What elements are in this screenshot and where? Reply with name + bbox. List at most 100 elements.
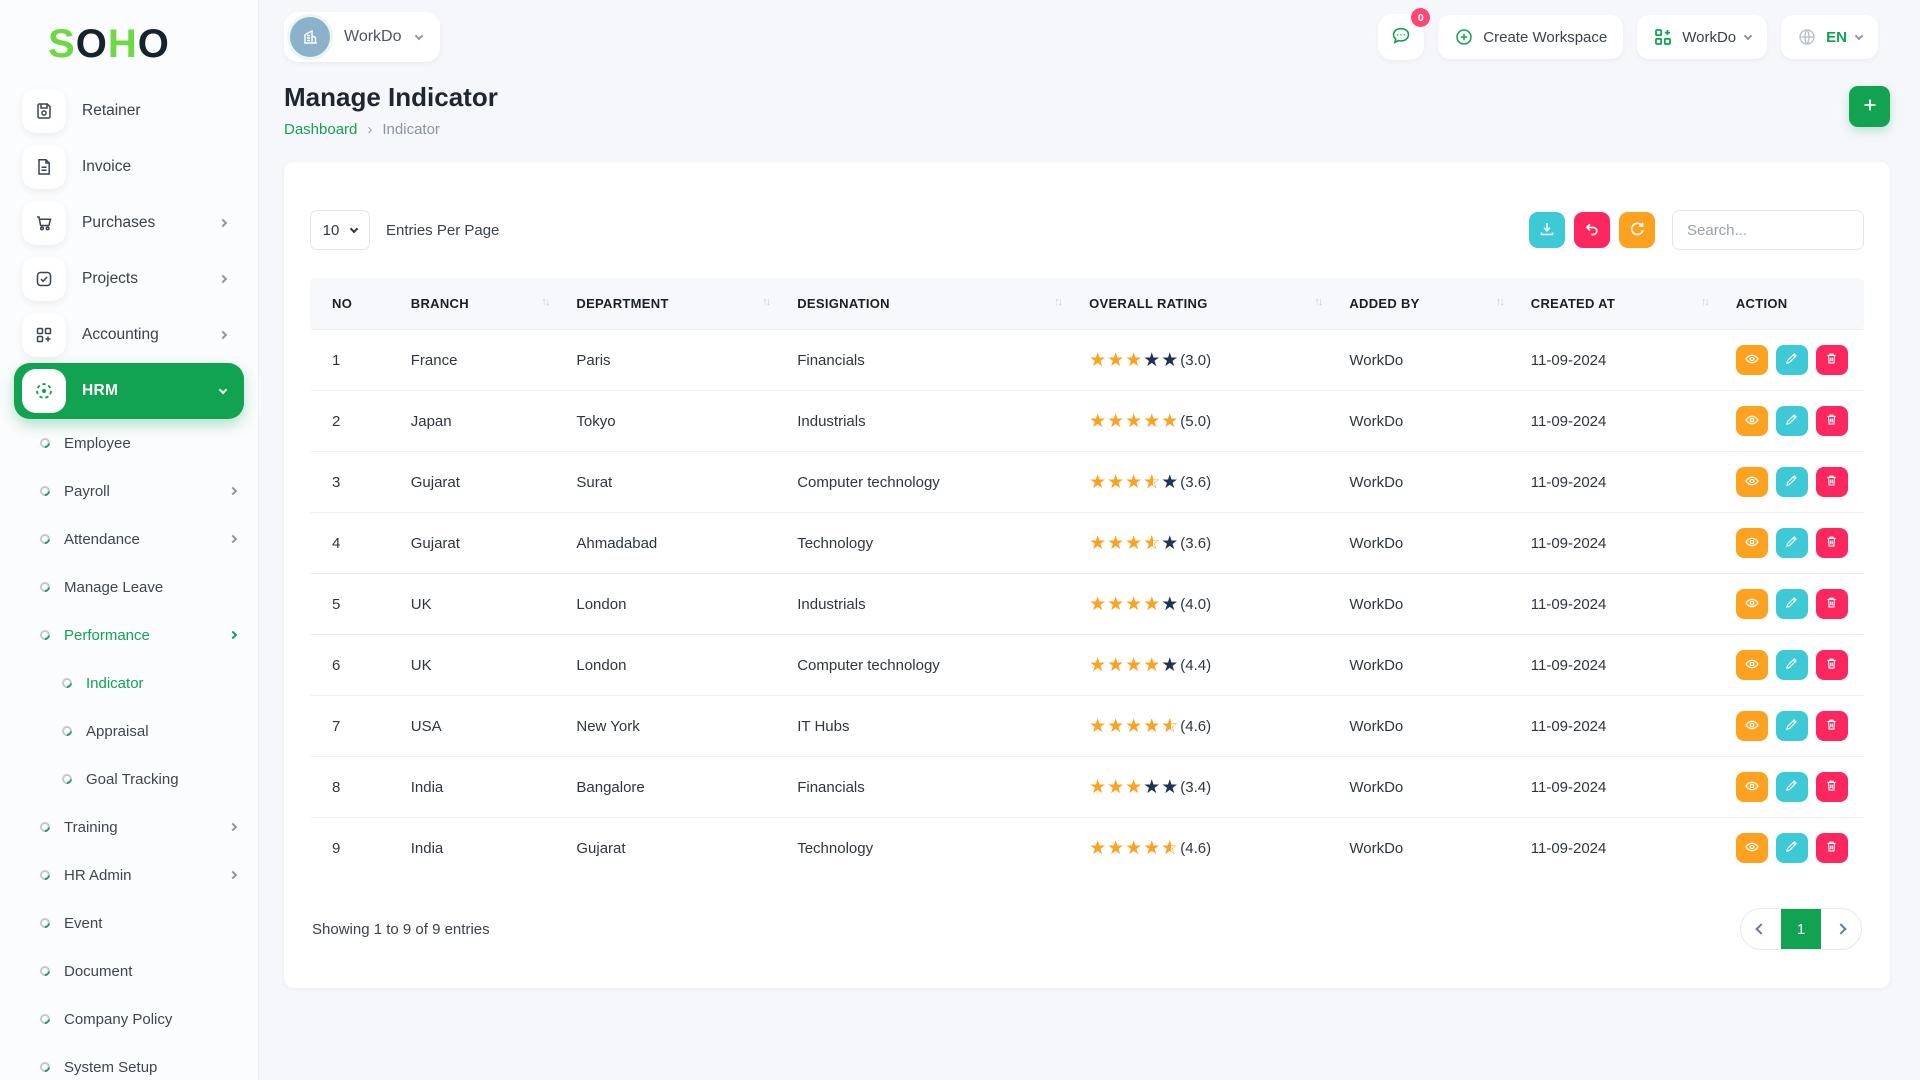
delete-button[interactable] (1816, 528, 1848, 558)
bullet-icon (38, 484, 52, 498)
export-button[interactable] (1529, 212, 1565, 248)
prev-page-button[interactable] (1741, 909, 1781, 949)
search-input[interactable] (1672, 210, 1864, 250)
delete-button[interactable] (1816, 467, 1848, 497)
action-cell (1722, 452, 1864, 513)
language-selector[interactable]: EN (1781, 15, 1878, 59)
sidebar-item-payroll[interactable]: Payroll (14, 467, 244, 515)
page-number-1[interactable]: 1 (1781, 909, 1821, 949)
sidebar-item-accounting[interactable]: Accounting (14, 307, 244, 363)
undo-button[interactable] (1574, 212, 1610, 248)
view-button[interactable] (1736, 833, 1768, 863)
eye-icon (1744, 656, 1760, 675)
sort-icon[interactable]: ↑↓ (762, 296, 769, 308)
edit-button[interactable] (1776, 650, 1808, 680)
sidebar-item-retainer[interactable]: Retainer (14, 83, 244, 139)
sidebar-item-company-policy[interactable]: Company Policy (14, 995, 244, 1043)
sidebar-item-document[interactable]: Document (14, 947, 244, 995)
department-cell: Surat (562, 452, 783, 513)
trash-icon (1824, 534, 1839, 552)
pencil-icon (1784, 717, 1799, 735)
delete-button[interactable] (1816, 833, 1848, 863)
edit-button[interactable] (1776, 528, 1808, 558)
view-button[interactable] (1736, 528, 1768, 558)
view-button[interactable] (1736, 772, 1768, 802)
full-star-icon: ★ (1107, 839, 1125, 858)
sidebar-item-invoice[interactable]: Invoice (14, 139, 244, 195)
building-icon (290, 17, 330, 57)
edit-button[interactable] (1776, 406, 1808, 436)
edit-button[interactable] (1776, 711, 1808, 741)
bullet-icon (60, 772, 74, 786)
sidebar-item-performance[interactable]: Performance (14, 611, 244, 659)
delete-button[interactable] (1816, 772, 1848, 802)
view-button[interactable] (1736, 467, 1768, 497)
table-row: 7USANew YorkIT Hubs★★★★☆★(4.6)WorkDo11-0… (310, 696, 1864, 757)
indicator-table: NOBRANCH↑↓DEPARTMENT↑↓DESIGNATION↑↓OVERA… (310, 278, 1864, 878)
column-header-created-at: CREATED AT↑↓ (1517, 278, 1722, 330)
view-button[interactable] (1736, 345, 1768, 375)
chevron-right-icon (1835, 923, 1846, 934)
table-footer: Showing 1 to 9 of 9 entries 1 (310, 878, 1864, 988)
half-star-fill: ★ (1143, 473, 1153, 492)
sidebar-item-system-setup[interactable]: System Setup (14, 1043, 244, 1080)
delete-button[interactable] (1816, 406, 1848, 436)
pagination: 1 (1740, 908, 1862, 950)
sidebar-item-projects[interactable]: Projects (14, 251, 244, 307)
sort-icon[interactable]: ↑↓ (1701, 296, 1708, 308)
eye-icon (1744, 473, 1760, 492)
refresh-button[interactable] (1619, 212, 1655, 248)
edit-button[interactable] (1776, 589, 1808, 619)
bullet-icon (60, 724, 74, 738)
sidebar-item-indicator[interactable]: Indicator (14, 659, 244, 707)
view-button[interactable] (1736, 711, 1768, 741)
full-star-icon: ★ (1089, 473, 1107, 492)
sidebar-item-training[interactable]: Training (14, 803, 244, 851)
edit-button[interactable] (1776, 467, 1808, 497)
view-button[interactable] (1736, 589, 1768, 619)
create-workspace-button[interactable]: Create Workspace (1438, 15, 1623, 59)
view-button[interactable] (1736, 650, 1768, 680)
workspace-selector[interactable]: WorkDo (284, 12, 440, 62)
delete-button[interactable] (1816, 711, 1848, 741)
table-row: 1FranceParisFinancials★★★★★(3.0)WorkDo11… (310, 330, 1864, 391)
sidebar-item-goal-tracking[interactable]: Goal Tracking (14, 755, 244, 803)
breadcrumb-dashboard-link[interactable]: Dashboard (284, 121, 357, 138)
sort-icon[interactable]: ↑↓ (1054, 296, 1061, 308)
next-page-button[interactable] (1821, 909, 1861, 949)
empty-star-icon: ★ (1161, 778, 1179, 797)
full-star-icon: ★ (1089, 595, 1107, 614)
messages-button[interactable]: 0 (1378, 14, 1424, 60)
sidebar-item-purchases[interactable]: Purchases (14, 195, 244, 251)
edit-button[interactable] (1776, 833, 1808, 863)
view-button[interactable] (1736, 406, 1768, 436)
action-buttons (1736, 772, 1850, 802)
delete-button[interactable] (1816, 589, 1848, 619)
pencil-icon (1784, 412, 1799, 430)
sidebar-item-attendance[interactable]: Attendance (14, 515, 244, 563)
sidebar-item-label: Retainer (82, 102, 141, 120)
edit-button[interactable] (1776, 772, 1808, 802)
app-menu-button[interactable]: WorkDo (1637, 15, 1767, 59)
retainer-icon (22, 89, 66, 133)
entries-per-page-select[interactable]: 10 (310, 210, 370, 250)
sidebar-item-hrm[interactable]: HRM (14, 363, 244, 419)
sidebar-item-label: Payroll (64, 483, 110, 500)
add-indicator-button[interactable] (1849, 86, 1890, 127)
sort-icon[interactable]: ↑↓ (541, 296, 548, 308)
edit-button[interactable] (1776, 345, 1808, 375)
table-controls: 10 Entries Per Page (310, 210, 1864, 250)
sidebar-item-manage-leave[interactable]: Manage Leave (14, 563, 244, 611)
undo-icon (1583, 220, 1601, 241)
sidebar-item-event[interactable]: Event (14, 899, 244, 947)
sort-icon[interactable]: ↑↓ (1496, 296, 1503, 308)
full-star-icon: ★ (1089, 412, 1107, 431)
delete-button[interactable] (1816, 650, 1848, 680)
sidebar-item-appraisal[interactable]: Appraisal (14, 707, 244, 755)
sort-icon[interactable]: ↑↓ (1314, 296, 1321, 308)
sidebar-item-employee[interactable]: Employee (14, 419, 244, 467)
delete-button[interactable] (1816, 345, 1848, 375)
bullet-icon (38, 628, 52, 642)
app-logo[interactable]: SOHO (14, 14, 244, 83)
sidebar-item-hr-admin[interactable]: HR Admin (14, 851, 244, 899)
